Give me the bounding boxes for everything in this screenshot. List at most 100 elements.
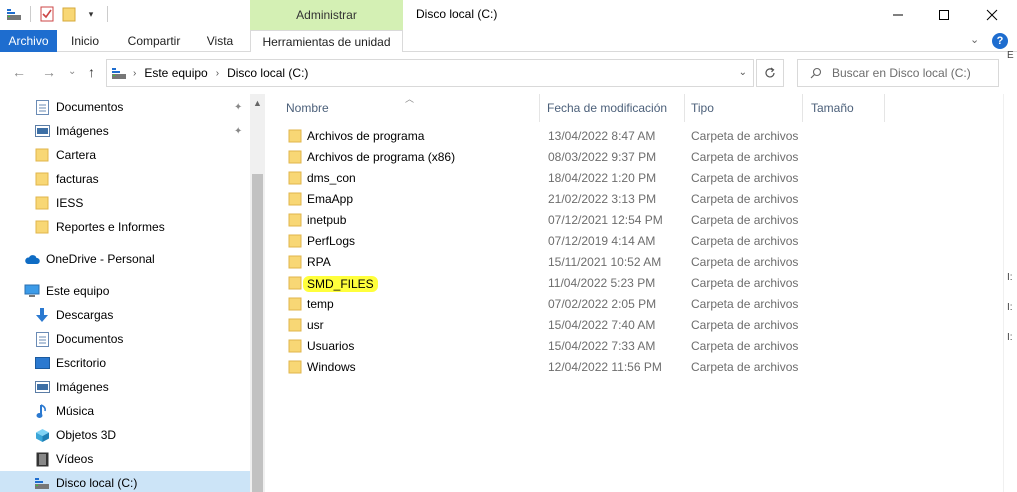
- file-date: 08/03/2022 9:37 PM: [548, 150, 657, 164]
- tab-vista[interactable]: Vista: [198, 30, 242, 52]
- nav-item-videos[interactable]: Vídeos: [0, 447, 250, 471]
- nav-item-disco-local[interactable]: Disco local (C:): [0, 471, 250, 492]
- tab-archivo[interactable]: Archivo: [0, 30, 57, 52]
- file-type: Carpeta de archivos: [691, 150, 799, 164]
- refresh-icon: [765, 67, 775, 78]
- file-name: temp: [307, 297, 334, 311]
- file-row[interactable]: PerfLogs 07/12/2019 4:14 AM Carpeta de arc…: [265, 231, 1000, 252]
- nav-item-label: Imágenes: [56, 380, 109, 394]
- file-row[interactable]: SMD_FILES 11/04/2022 5:23 PM Carpeta de ar…: [265, 273, 1000, 294]
- file-type: Carpeta de archivos: [691, 234, 799, 248]
- recent-locations-icon[interactable]: ⌄: [68, 66, 76, 77]
- search-box[interactable]: Buscar en Disco local (C:): [797, 59, 999, 87]
- nav-item-reportes-e-informes[interactable]: Reportes e Informes: [0, 215, 250, 239]
- breadcrumb-chevron-icon[interactable]: ›: [216, 68, 219, 79]
- address-dropdown-icon[interactable]: ⌄: [739, 67, 747, 78]
- videos-icon: [34, 451, 50, 467]
- nav-item-label: Documentos: [56, 332, 124, 346]
- pin-icon[interactable]: ✦: [234, 102, 242, 113]
- documents-icon: [34, 99, 50, 115]
- pin-icon[interactable]: ✦: [234, 126, 242, 137]
- refresh-button[interactable]: [756, 59, 784, 87]
- file-name: Archivos de programa: [307, 129, 425, 143]
- file-row[interactable]: dms_con 18/04/2022 1:20 PM Carpeta de arch…: [265, 168, 1000, 189]
- minimize-button[interactable]: [875, 0, 921, 30]
- nav-item-escritorio[interactable]: Escritorio: [0, 351, 250, 375]
- folder-icon: [288, 255, 302, 269]
- search-placeholder: Buscar en Disco local (C:): [832, 66, 971, 80]
- nav-item-iess[interactable]: IESS: [0, 191, 250, 215]
- file-name: dms_con: [307, 171, 356, 185]
- nav-item-este-equipo[interactable]: Este equipo: [0, 279, 250, 303]
- scrollbar-thumb[interactable]: [252, 174, 263, 492]
- nav-item-imagenes[interactable]: Imágenes: [0, 375, 250, 399]
- address-toolbar: ← → ⌄ ↑ › Este equipo › Disco local (C:)…: [0, 52, 1017, 94]
- column-header-fecha[interactable]: Fecha de modificación: [541, 94, 685, 122]
- edge-glyph: I:: [1007, 272, 1013, 283]
- help-icon[interactable]: ?: [992, 33, 1008, 49]
- close-button[interactable]: [967, 0, 1017, 30]
- file-row[interactable]: Windows 12/04/2022 11:56 PM Carpeta de arc…: [265, 357, 1000, 378]
- scroll-up-arrow-icon[interactable]: ▲: [253, 98, 262, 108]
- up-arrow-icon[interactable]: ↑: [88, 64, 95, 80]
- column-header-nombre[interactable]: Nombre: [280, 94, 540, 122]
- file-row[interactable]: usr 15/04/2022 7:40 AM Carpeta de archivos: [265, 315, 1000, 336]
- computer-icon: [24, 283, 40, 299]
- folder-icon: [288, 360, 302, 374]
- file-date: 07/12/2019 4:14 AM: [548, 234, 656, 248]
- folder-icon: [288, 339, 302, 353]
- column-header-tamano[interactable]: Tamaño: [805, 94, 885, 122]
- file-row[interactable]: RPA 15/11/2021 10:52 AM Carpeta de archivo…: [265, 252, 1000, 273]
- properties-icon[interactable]: [39, 6, 55, 22]
- folder-icon: [288, 276, 302, 290]
- file-row[interactable]: EmaApp 21/02/2022 3:13 PM Carpeta de archi…: [265, 189, 1000, 210]
- back-arrow-icon[interactable]: ←: [12, 64, 26, 80]
- navigation-scrollbar[interactable]: ▲: [250, 94, 265, 492]
- customize-toolbar-icon[interactable]: ▾: [83, 6, 99, 22]
- column-header-tipo[interactable]: Tipo: [685, 94, 803, 122]
- edge-glyph: I:: [1007, 302, 1013, 313]
- nav-item-facturas[interactable]: facturas: [0, 167, 250, 191]
- file-row[interactable]: Archivos de programa (x86) 08/03/2022 9:3…: [265, 147, 1000, 168]
- file-row[interactable]: Usuarios 15/04/2022 7:33 AM Carpeta de arc…: [265, 336, 1000, 357]
- breadcrumb-disco-local[interactable]: Disco local (C:): [227, 66, 308, 80]
- nav-item-label: facturas: [56, 172, 99, 186]
- nav-item-descargas[interactable]: Descargas: [0, 303, 250, 327]
- desktop-icon: [34, 355, 50, 371]
- file-type: Carpeta de archivos: [691, 255, 799, 269]
- nav-item-musica[interactable]: Música: [0, 399, 250, 423]
- folder-icon: [288, 234, 302, 248]
- maximize-icon: [939, 10, 949, 20]
- forward-arrow-icon[interactable]: →: [42, 64, 56, 80]
- file-type: Carpeta de archivos: [691, 360, 799, 374]
- nav-item-cartera[interactable]: Cartera: [0, 143, 250, 167]
- file-row[interactable]: temp 07/02/2022 2:05 PM Carpeta de archivo…: [265, 294, 1000, 315]
- window-title: Disco local (C:): [416, 7, 498, 21]
- tab-compartir[interactable]: Compartir: [118, 30, 190, 52]
- tab-herramientas-de-unidad[interactable]: Herramientas de unidad: [250, 30, 403, 53]
- nav-item-objetos-3d[interactable]: Objetos 3D: [0, 423, 250, 447]
- file-date: 18/04/2022 1:20 PM: [548, 171, 657, 185]
- drive-small-icon[interactable]: [6, 6, 22, 22]
- file-row[interactable]: Archivos de programa 13/04/2022 8:47 AM Ca…: [265, 126, 1000, 147]
- nav-item-onedrive[interactable]: OneDrive - Personal: [0, 247, 250, 271]
- maximize-button[interactable]: [921, 0, 967, 30]
- folder-icon: [34, 219, 50, 235]
- edge-glyph: I:: [1007, 332, 1013, 343]
- drive-icon: [34, 475, 50, 491]
- nav-item-label: Documentos: [56, 100, 124, 114]
- toolbar-divider: [30, 6, 31, 22]
- breadcrumb-chevron-icon[interactable]: ›: [133, 68, 136, 79]
- new-folder-icon[interactable]: [61, 6, 77, 22]
- breadcrumb-este-equipo[interactable]: Este equipo: [144, 66, 207, 80]
- address-bar[interactable]: › Este equipo › Disco local (C:) ⌄: [106, 59, 754, 87]
- nav-item-imagenes-quick[interactable]: Imágenes ✦: [0, 119, 250, 143]
- expand-ribbon-icon[interactable]: ⌄: [970, 33, 979, 46]
- nav-item-documentos[interactable]: Documentos: [0, 327, 250, 351]
- tab-inicio[interactable]: Inicio: [62, 30, 108, 52]
- nav-item-documentos-quick[interactable]: Documentos ✦: [0, 95, 250, 119]
- file-row[interactable]: inetpub 07/12/2021 12:54 PM Carpeta de arc…: [265, 210, 1000, 231]
- music-icon: [34, 403, 50, 419]
- documents-icon: [34, 331, 50, 347]
- file-date: 07/02/2022 2:05 PM: [548, 297, 657, 311]
